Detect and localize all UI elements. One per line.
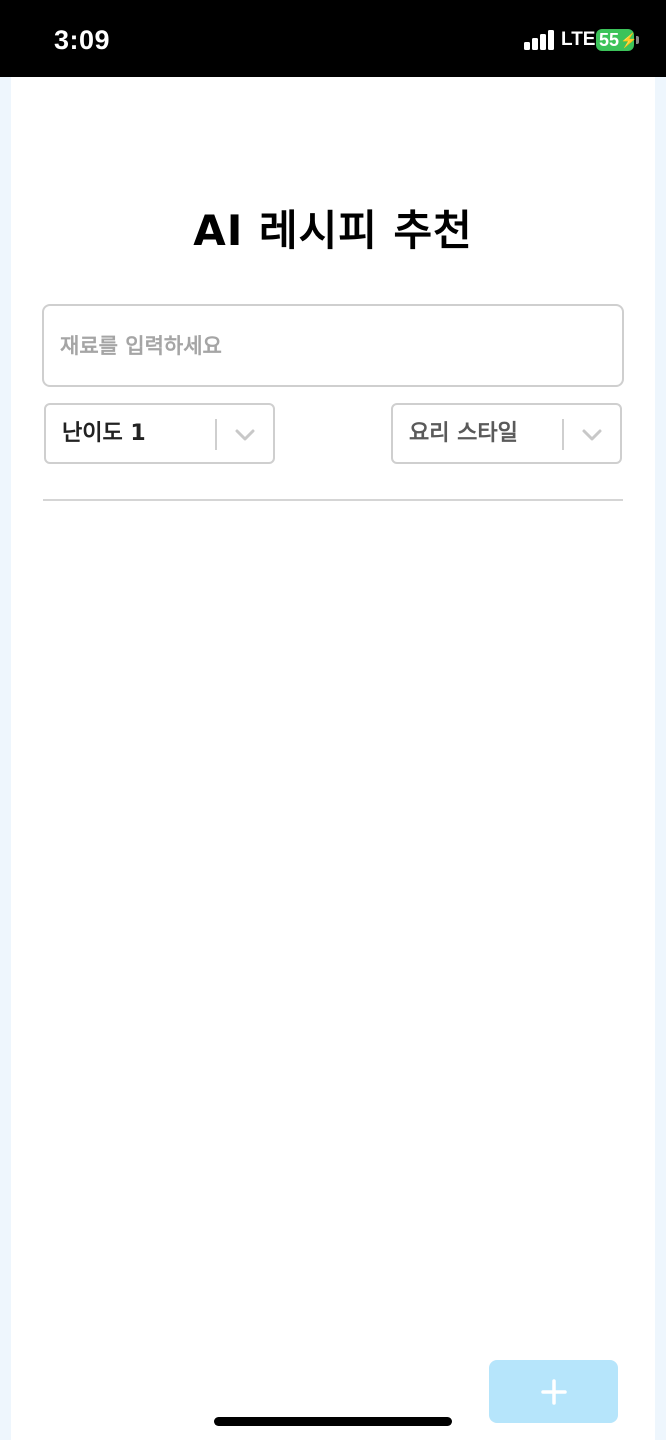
status-bar: 3:09 LTE 55 ⚡ [0, 0, 666, 77]
add-button[interactable] [489, 1360, 618, 1423]
cooking-style-placeholder: 요리 스타일 [409, 421, 518, 446]
section-divider [43, 499, 623, 501]
chevron-down-icon[interactable] [233, 423, 257, 447]
difficulty-select[interactable]: 난이도 1 [44, 403, 275, 464]
ingredient-input[interactable] [42, 304, 624, 387]
home-indicator [214, 1417, 452, 1426]
battery-charging-icon: 55 ⚡ [596, 29, 638, 51]
chevron-down-icon[interactable] [580, 423, 604, 447]
plus-icon [540, 1378, 567, 1405]
battery-cap [636, 36, 639, 44]
network-type: LTE [561, 29, 596, 50]
cooking-style-select[interactable]: 요리 스타일 [391, 403, 622, 464]
content-card [11, 77, 655, 1440]
battery-level: 55 [599, 30, 620, 50]
page-title: AI 레시피 추천 [193, 206, 473, 255]
status-time: 3:09 [54, 25, 111, 55]
select-divider [562, 419, 564, 450]
signal-bars-icon [524, 30, 556, 50]
select-divider [215, 419, 217, 450]
difficulty-select-value: 난이도 1 [62, 421, 146, 446]
charging-bolt-icon: ⚡ [620, 32, 638, 48]
